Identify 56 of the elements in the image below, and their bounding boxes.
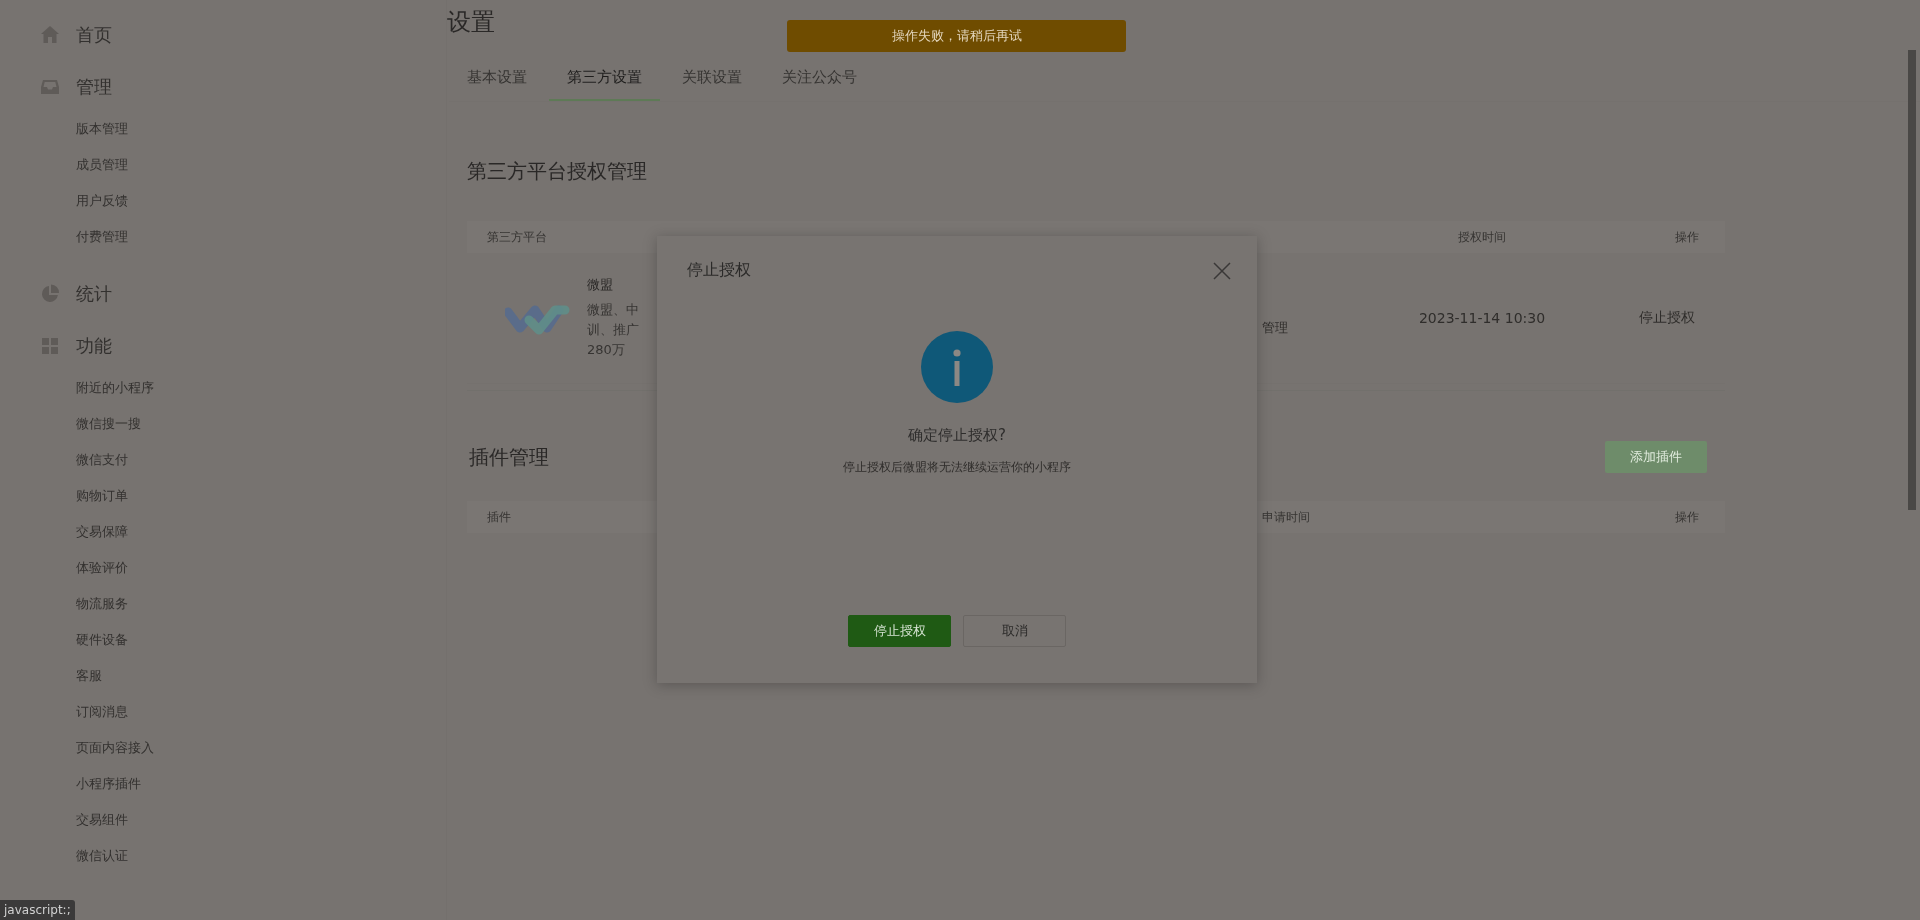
- tab[interactable]: 基本设置: [449, 68, 545, 101]
- stop-auth-link[interactable]: 停止授权: [1639, 309, 1695, 325]
- sidebar-item[interactable]: 版本管理: [76, 121, 128, 157]
- tab[interactable]: 关注公众号: [764, 68, 875, 101]
- confirm-button[interactable]: 停止授权: [848, 615, 951, 647]
- sidebar-item[interactable]: 体验评价: [76, 560, 128, 596]
- sidebar-item[interactable]: 购物订单: [76, 488, 128, 524]
- sidebar-section-link[interactable]: 统计: [76, 282, 112, 306]
- add-plugin-button[interactable]: 添加插件: [1605, 441, 1707, 473]
- close-icon[interactable]: [1213, 261, 1231, 280]
- status-bar: javascript:;: [0, 900, 75, 920]
- sidebar-item[interactable]: 付费管理: [76, 229, 128, 265]
- info-icon: [921, 331, 993, 403]
- dialog-message: 停止授权后微盟将无法继续运营你的小程序: [843, 459, 1071, 476]
- platform-name: 微盟: [587, 276, 614, 294]
- sidebar-item[interactable]: 页面内容接入: [76, 740, 154, 776]
- pie-chart-icon: [40, 284, 60, 304]
- sidebar-item[interactable]: 成员管理: [76, 157, 128, 193]
- sidebar-section-link[interactable]: 管理: [76, 75, 112, 99]
- column-header: 操作: [1675, 229, 1699, 244]
- sidebar-item[interactable]: 微信支付: [76, 452, 128, 488]
- sidebar-item[interactable]: 微信认证: [76, 848, 128, 884]
- platform-description: 微盟、中: [587, 301, 639, 319]
- dialog-title: 停止授权: [687, 260, 751, 281]
- home-icon: [40, 25, 60, 45]
- sidebar-item[interactable]: 硬件设备: [76, 632, 128, 668]
- inbox-icon: [40, 77, 60, 97]
- platform-description: 训、推广: [587, 321, 639, 339]
- sidebar-item[interactable]: 物流服务: [76, 596, 128, 632]
- sidebar-item[interactable]: 交易组件: [76, 812, 128, 848]
- section-title: 第三方平台授权管理: [467, 158, 648, 185]
- sidebar-section-link[interactable]: 首页: [76, 23, 112, 47]
- table-cell: 2023-11-14 10:30: [1418, 310, 1546, 326]
- cancel-button[interactable]: 取消: [963, 615, 1066, 647]
- column-header: 插件: [487, 509, 511, 524]
- tab[interactable]: 第三方设置: [549, 68, 660, 101]
- sidebar-item[interactable]: 附近的小程序: [76, 380, 154, 416]
- error-toast: 操作失败，请稍后再试: [787, 20, 1126, 52]
- sidebar-item[interactable]: 用户反馈: [76, 193, 128, 229]
- tab[interactable]: 关联设置: [664, 68, 760, 101]
- sidebar-item[interactable]: 客服: [76, 668, 102, 704]
- grid-icon: [40, 336, 60, 356]
- dialog-heading: 确定停止授权?: [908, 426, 1006, 445]
- section-title: 插件管理: [468, 443, 549, 471]
- sidebar-item[interactable]: 交易保障: [76, 524, 128, 560]
- sidebar-section-link[interactable]: 功能: [76, 334, 112, 358]
- column-header: 第三方平台: [487, 229, 547, 244]
- table-cell: 管理: [1262, 320, 1288, 335]
- column-header: 申请时间: [1262, 509, 1310, 524]
- platform-description: 280万: [587, 341, 626, 359]
- sidebar-item[interactable]: 订阅消息: [76, 704, 128, 740]
- column-header: 授权时间: [1458, 229, 1506, 244]
- scrollbar[interactable]: [1908, 50, 1916, 510]
- column-header: 操作: [1675, 509, 1699, 524]
- sidebar-item[interactable]: 小程序插件: [76, 776, 141, 812]
- page-title: 设置: [447, 7, 495, 38]
